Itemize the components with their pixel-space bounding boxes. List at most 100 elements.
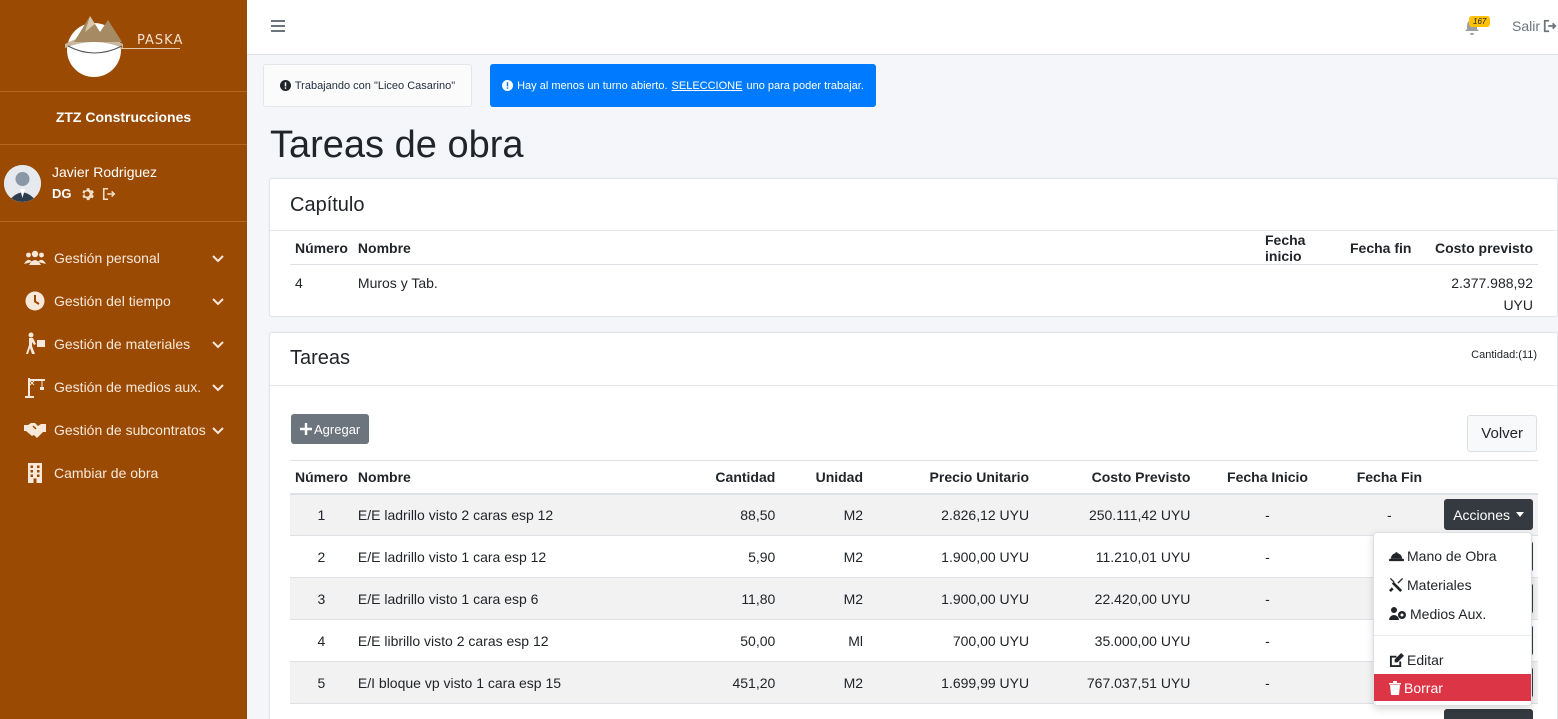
col-precio: Precio Unitario (868, 460, 1035, 495)
cell-costo: 822.699,99 UYU (1034, 703, 1196, 719)
building-icon (28, 462, 42, 483)
tasks-table: Número Nombre Cantidad Unidad Precio Uni… (290, 460, 1538, 719)
cell-numero: 6 (290, 703, 353, 719)
avatar[interactable] (4, 165, 41, 202)
user-name[interactable]: Javier Rodriguez (52, 164, 157, 180)
cell-fecha-fin: - (1339, 493, 1440, 536)
sidebar-item-gestion-personal[interactable]: Gestión personal (0, 236, 247, 279)
sidebar-item-gestion-subcontratos[interactable]: Gestión de subcontratos (0, 408, 247, 451)
sidebar-item-gestion-materiales[interactable]: Gestión de materiales (0, 322, 247, 365)
col-costo: Costo previsto (1425, 232, 1538, 265)
logout-label: Salir (1512, 18, 1541, 34)
cell-unidad: M2 (780, 493, 869, 536)
table-row: 6 E/I ladrillo visto 1 cara esp 12 433,0… (290, 703, 1538, 719)
sidebar-item-label: Gestión del tiempo (54, 292, 171, 309)
table-header-row: Número Nombre Fecha inicio Fecha fin Cos… (290, 232, 1538, 265)
col-numero: Número (290, 460, 353, 495)
col-costo: Costo Previsto (1034, 460, 1196, 495)
cell-precio: 1.699,99 UYU (868, 661, 1035, 704)
cell-unidad: M2 (780, 577, 869, 620)
cell-unidad: Ml (780, 619, 869, 662)
sidebar-nav: Gestión personal Gestión del tiempo Gest… (0, 222, 247, 494)
cell-precio: 1.900,00 UYU (868, 535, 1035, 578)
cell-numero: 5 (290, 661, 353, 704)
cell-fecha-inicio: - (1195, 619, 1340, 662)
brand-underline (120, 48, 180, 49)
notifications-badge[interactable]: 167 (1469, 16, 1491, 27)
chevron-down-icon (212, 340, 224, 348)
table-row: 1 E/E ladrillo visto 2 caras esp 12 88,5… (290, 493, 1538, 536)
col-cantidad: Cantidad (680, 460, 781, 495)
clock-icon (25, 291, 45, 310)
chapter-card: Capítulo Número Nombre Fecha inicio Fech… (269, 178, 1558, 317)
menu-item-mano-de-obra[interactable]: Mano de Obra (1374, 542, 1531, 569)
col-nombre: Nombre (352, 232, 1260, 265)
cell-fecha-inicio: - (1195, 661, 1340, 704)
brand[interactable]: PASKA (0, 0, 247, 92)
col-fecha-fin: Fecha Fin (1339, 460, 1440, 495)
working-with-text: Trabajando con "Liceo Casarino" (294, 79, 456, 92)
actions-button[interactable]: Acciones (1444, 499, 1533, 531)
col-nombre: Nombre (352, 460, 681, 495)
handshake-icon (24, 422, 46, 438)
cell-fecha-inicio: - (1195, 535, 1340, 578)
menu-item-materiales[interactable]: Materiales (1374, 571, 1531, 598)
sidebar-item-label: Gestión personal (54, 249, 160, 266)
cell-fecha-inicio: - (1195, 703, 1340, 719)
divider (270, 230, 1557, 231)
menu-item-borrar[interactable]: Borrar (1374, 674, 1531, 701)
col-fecha-inicio: Fecha Inicio (1195, 460, 1340, 495)
chevron-down-icon (212, 254, 224, 262)
cell-unidad: M2 (780, 661, 869, 704)
add-task-button[interactable]: Agregar (291, 414, 370, 444)
user-role: DG (52, 186, 72, 201)
dolly-icon (26, 332, 45, 354)
cell-acciones: Acciones (1439, 493, 1538, 536)
cell-cantidad: 433,00 (680, 703, 781, 719)
costo-value: 2.377.988,92 (1451, 275, 1533, 291)
sign-out-icon (1543, 19, 1557, 33)
cell-precio: 2.826,12 UYU (868, 493, 1035, 536)
actions-button[interactable]: Acciones (1444, 709, 1533, 719)
cell-fecha-inicio: - (1195, 493, 1340, 536)
table-header-row: Número Nombre Cantidad Unidad Precio Uni… (290, 460, 1538, 495)
col-fecha-inicio: Fecha inicio (1260, 232, 1345, 265)
chapter-table: Número Nombre Fecha inicio Fecha fin Cos… (290, 232, 1538, 317)
menu-item-medios-aux[interactable]: Medios Aux. (1374, 600, 1531, 627)
menu-item-label: Editar (1407, 651, 1444, 668)
table-row: 5 E/I bloque vp visto 1 cara esp 15 451,… (290, 661, 1538, 704)
divider (270, 385, 1557, 386)
menu-item-label: Mano de Obra (1407, 547, 1497, 564)
col-numero: Número (290, 232, 353, 265)
sidebar-item-gestion-medios[interactable]: Gestión de medios aux. (0, 365, 247, 408)
user-role-bar: DG (52, 186, 116, 201)
sidebar-item-cambiar-obra[interactable]: Cambiar de obra (0, 451, 247, 494)
chevron-down-icon (212, 383, 224, 391)
cell-nombre: E/E ladrillo visto 1 cara esp 6 (352, 577, 681, 620)
cell-cantidad: 50,00 (680, 619, 781, 662)
gear-icon[interactable] (80, 187, 94, 201)
company-name: ZTZ Construcciones (0, 92, 247, 145)
shift-alert-suffix: uno para poder trabajar. (746, 79, 864, 92)
menu-item-editar[interactable]: Editar (1374, 646, 1531, 673)
topbar: 167 Salir (247, 0, 1558, 55)
users-cog-icon (1389, 607, 1406, 620)
sidebar-item-label: Gestión de medios aux. (54, 378, 202, 395)
back-button[interactable]: Volver (1467, 415, 1537, 452)
shift-alert: Hay al menos un turno abierto. SELECCION… (490, 64, 876, 107)
select-shift-link[interactable]: SELECCIONE (672, 80, 743, 92)
cell-costo: 35.000,00 UYU (1034, 619, 1196, 662)
user-panel: Javier Rodriguez DG (0, 145, 247, 222)
table-row: 2 E/E ladrillo visto 1 cara esp 12 5,90 … (290, 535, 1538, 578)
edit-icon (1389, 652, 1404, 667)
cell-nombre: E/E ladrillo visto 2 caras esp 12 (352, 493, 681, 536)
sidebar-item-label: Cambiar de obra (54, 464, 159, 481)
menu-item-label: Medios Aux. (1410, 605, 1487, 622)
caret-down-icon (1516, 512, 1524, 518)
sidebar-item-gestion-tiempo[interactable]: Gestión del tiempo (0, 279, 247, 322)
exclamation-circle-icon (279, 80, 291, 91)
logout-button[interactable]: Salir (1512, 18, 1557, 34)
cell-cantidad: 5,90 (680, 535, 781, 578)
sign-out-icon[interactable] (102, 187, 116, 201)
menu-icon[interactable] (271, 19, 285, 33)
